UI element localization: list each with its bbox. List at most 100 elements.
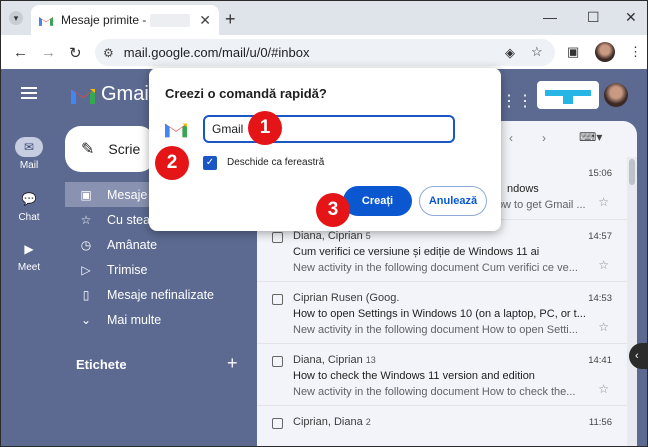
email-sender: Diana, Ciprian 13	[293, 354, 376, 366]
next-page-icon[interactable]: ›	[542, 131, 546, 145]
tab-title-redacted	[150, 13, 191, 27]
dialog-title: Creezi o comandă rapidă?	[165, 86, 327, 101]
email-subject: How to check the Windows 11 version and …	[293, 370, 535, 382]
row-checkbox[interactable]	[272, 294, 283, 305]
side-panel-toggle[interactable]: ‹	[629, 343, 647, 369]
email-snippet: New activity in the following document H…	[293, 324, 578, 336]
forward-icon[interactable]: →	[41, 44, 56, 61]
site-info-icon[interactable]: ⚙	[103, 46, 114, 60]
profile-avatar[interactable]	[595, 42, 615, 62]
pencil-icon: ✎	[81, 141, 95, 158]
nav-label: Mesaje nefinalizate	[107, 287, 215, 302]
clock-icon: ◷	[80, 237, 92, 252]
minimize-icon[interactable]: —	[543, 9, 557, 25]
gmail-logo-text: Gmail	[101, 83, 154, 105]
new-tab-icon[interactable]: +	[225, 9, 236, 30]
email-sender: Diana, Ciprian 5	[293, 230, 371, 242]
omnibox[interactable]: ⚙ mail.google.com/mail/u/0/#inbox ◈ ☆	[95, 39, 555, 66]
rail-mail[interactable]: ✉ Mail	[9, 137, 49, 171]
nav-label: Amânate	[107, 237, 158, 252]
email-subject: Cum verifici ce versiune și ediție de Wi…	[293, 246, 540, 258]
rail-meet[interactable]: ▶ Meet	[9, 239, 49, 273]
nav-drafts[interactable]: ▯ Mesaje nefinalizate	[65, 282, 255, 307]
email-time: 14:57	[588, 231, 612, 242]
step-badge: 3	[316, 193, 350, 227]
star-icon[interactable]: ☆	[598, 195, 609, 209]
row-checkbox[interactable]	[272, 356, 283, 367]
email-time: 15:06	[588, 168, 612, 179]
add-label-icon[interactable]: +	[227, 353, 238, 374]
side-panel-icon[interactable]: ▣	[567, 44, 579, 60]
cancel-button[interactable]: Anulează	[419, 186, 487, 216]
install-app-icon[interactable]: ◈	[505, 45, 515, 61]
omnibox-url: mail.google.com/mail/u/0/#inbox	[123, 45, 310, 60]
reload-icon[interactable]: ↻	[69, 44, 82, 62]
thread-count: 13	[365, 355, 376, 365]
nav-snoozed[interactable]: ◷ Amânate	[65, 232, 255, 257]
gmail-favicon-icon	[165, 123, 187, 138]
email-snippet: New activity in the following document H…	[293, 386, 576, 398]
email-snippet: New activity in the following document C…	[293, 262, 578, 274]
rail-chat[interactable]: 💬 Chat	[9, 189, 49, 223]
input-tools-icon[interactable]: ⌨▾	[579, 130, 602, 144]
scrollbar-thumb[interactable]	[629, 159, 635, 185]
open-as-window-label: Deschide ca fereastră	[227, 157, 325, 168]
star-icon[interactable]: ☆	[598, 320, 609, 334]
create-button[interactable]: Creați	[343, 186, 412, 216]
row-checkbox[interactable]	[272, 418, 283, 429]
email-subject: ndows	[507, 183, 539, 195]
sender-name: Ciprian Rusen (Goog.	[293, 292, 400, 304]
gmail-favicon-icon	[39, 16, 53, 26]
email-sender: Ciprian Rusen (Goog.	[293, 292, 402, 304]
tab-title: Mesaje primite -	[61, 13, 147, 27]
sender-name: Diana, Ciprian	[293, 230, 363, 242]
labels-heading: Etichete	[76, 357, 127, 372]
gmail-m-icon	[71, 88, 95, 104]
apps-grid-icon[interactable]: ⋮⋮	[501, 91, 533, 111]
browser-tab[interactable]: Mesaje primite - ✕	[31, 5, 219, 35]
chevron-down-icon: ⌄	[80, 312, 92, 327]
prev-page-icon[interactable]: ‹	[509, 131, 513, 145]
nav-sent[interactable]: ▷ Trimise	[65, 257, 255, 282]
compose-button[interactable]: ✎ Scrie	[65, 126, 155, 172]
account-avatar[interactable]	[604, 83, 628, 107]
table-row[interactable]: Diana, Ciprian 13 How to check the Window…	[257, 343, 627, 405]
organization-logo	[537, 81, 599, 109]
tab-close-icon[interactable]: ✕	[199, 12, 211, 29]
chat-icon: 💬	[21, 192, 37, 206]
sender-name: Ciprian, Diana	[293, 416, 363, 428]
tab-search-icon[interactable]: ▾	[9, 11, 23, 25]
maximize-icon[interactable]: ☐	[587, 9, 600, 26]
org-logo-stem	[563, 90, 573, 104]
list-scrollbar[interactable]	[627, 157, 637, 446]
bookmark-star-icon[interactable]: ☆	[531, 44, 543, 60]
step-badge: 2	[155, 146, 189, 180]
star-icon[interactable]: ☆	[598, 258, 609, 272]
send-icon: ▷	[81, 262, 91, 277]
table-row[interactable]: Ciprian Rusen (Goog. How to open Setting…	[257, 281, 627, 343]
main-menu-icon[interactable]	[21, 87, 37, 89]
row-checkbox[interactable]	[272, 232, 283, 243]
email-subject: How to open Settings in Windows 10 (on a…	[293, 308, 586, 320]
table-row[interactable]: Ciprian, Diana 2 11:56	[257, 405, 627, 446]
star-icon: ☆	[80, 212, 92, 227]
email-snippet: How to get Gmail ...	[489, 199, 586, 211]
compose-label: Scrie	[108, 141, 141, 157]
mail-icon: ✉	[15, 137, 43, 157]
star-icon[interactable]: ☆	[598, 382, 609, 396]
nav-more[interactable]: ⌄ Mai multe	[65, 307, 255, 332]
menu-icon[interactable]: ⋮	[629, 44, 642, 60]
email-time: 14:53	[588, 293, 612, 304]
browser-window: ▾ Mesaje primite - ✕ + — ☐ ✕ ← → ↻ ⚙ mai…	[0, 0, 648, 447]
open-as-window-checkbox[interactable]: ✓	[203, 156, 217, 170]
nav-label: Mai multe	[107, 312, 162, 327]
inbox-icon: ▣	[80, 187, 92, 202]
back-icon[interactable]: ←	[13, 44, 28, 61]
gmail-logo[interactable]: Gmail	[71, 83, 153, 106]
shortcut-name-input[interactable]	[203, 115, 455, 143]
close-window-icon[interactable]: ✕	[625, 9, 637, 26]
nav-label: Cu stea	[107, 212, 151, 227]
email-sender: Ciprian, Diana 2	[293, 416, 371, 428]
thread-count: 2	[365, 417, 371, 427]
app-rail: ✉ Mail 💬 Chat ▶ Meet	[1, 69, 57, 446]
